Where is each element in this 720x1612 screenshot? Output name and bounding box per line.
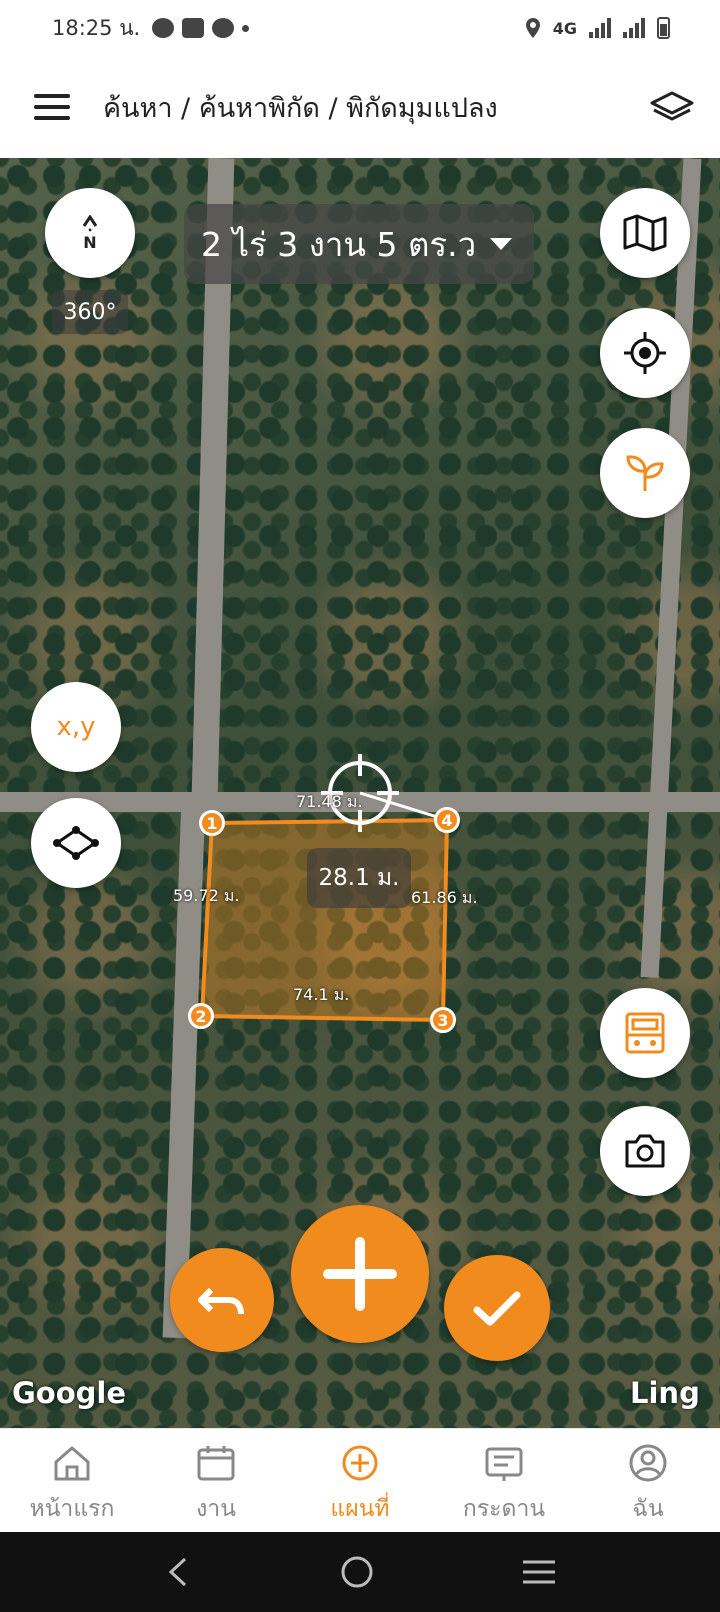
location-icon [525, 18, 540, 38]
vertex-1[interactable]: 1 [199, 810, 225, 836]
nav-map[interactable]: แผนที่ [288, 1429, 432, 1532]
system-navigation-bar [0, 1532, 720, 1612]
chat-notification-icon [152, 18, 175, 38]
sprout-icon [626, 455, 664, 491]
google-attribution: Google [12, 1376, 127, 1410]
home-circle-icon[interactable] [339, 1554, 375, 1590]
confirm-button[interactable] [444, 1255, 550, 1361]
app-notification-icon [212, 18, 235, 38]
layers-icon[interactable] [648, 87, 696, 127]
undo-icon [198, 1287, 244, 1315]
board-icon [485, 1447, 523, 1481]
breadcrumb: ค้นหา / ค้นหาพิกัด / พิกัดมุมแปลง [103, 92, 498, 124]
edge-length-bottom: 74.1 ม. [293, 985, 350, 1004]
plus-circle-icon [342, 1445, 378, 1481]
compass-label: N [83, 233, 97, 252]
area-summary-text: 2 ไร่ 3 งาน 5 ตร.ว [201, 224, 477, 264]
rotation-label: 360° [52, 290, 128, 334]
vertex-2[interactable]: 2 [188, 1003, 214, 1029]
edge-length-right: 61.86 ม. [411, 888, 478, 907]
map-icon [623, 214, 667, 252]
satellite-map[interactable]: 71.48 ม. 59.72 ม. 61.86 ม. 74.1 ม. 28.1 … [0, 158, 720, 1428]
more-notifications-icon [242, 24, 250, 32]
home-icon [54, 1446, 90, 1481]
edge-length-left: 59.72 ม. [173, 886, 240, 905]
bottom-navigation: หน้าแรก งาน แผนที่ กระดาน ฉัน [0, 1428, 720, 1532]
battery-icon [657, 17, 670, 39]
top-app-bar: ค้นหา / ค้นหาพิกัด / พิกัดมุมแปลง [0, 56, 720, 158]
polygon-mode-button[interactable] [31, 798, 121, 888]
mail-notification-icon [182, 18, 205, 38]
center-distance-label: 28.1 ม. [307, 848, 411, 908]
nav-map-label: แผนที่ [330, 1496, 390, 1522]
calculator-icon [625, 1012, 665, 1054]
calendar-icon [197, 1446, 235, 1481]
plant-button[interactable] [600, 428, 690, 518]
check-icon [473, 1291, 521, 1326]
signal-2-icon [623, 18, 645, 38]
area-summary-dropdown[interactable]: 2 ไร่ 3 งาน 5 ตร.ว [184, 204, 534, 284]
nav-board[interactable]: กระดาน [432, 1429, 576, 1532]
my-location-button[interactable] [600, 308, 690, 398]
vertex-3[interactable]: 3 [430, 1007, 456, 1033]
calculator-button[interactable] [600, 988, 690, 1078]
status-time: 18:25 น. [52, 15, 141, 40]
xy-coordinate-button[interactable]: x,y [31, 682, 121, 772]
nav-home-label: หน้าแรก [29, 1496, 115, 1522]
back-icon[interactable] [163, 1555, 193, 1589]
add-point-button[interactable] [291, 1205, 429, 1343]
nav-profile-label: ฉัน [632, 1496, 664, 1522]
camera-button[interactable] [600, 1106, 690, 1196]
nav-home[interactable]: หน้าแรก [0, 1429, 144, 1532]
signal-icon [589, 18, 611, 38]
xy-label: x,y [56, 712, 96, 742]
vertex-4[interactable]: 4 [434, 807, 460, 833]
recents-icon[interactable] [521, 1557, 557, 1587]
crosshair-icon [624, 332, 666, 374]
network-type: 4G [552, 18, 577, 38]
nav-jobs-label: งาน [196, 1496, 236, 1522]
menu-icon[interactable] [34, 94, 70, 120]
undo-button[interactable] [170, 1248, 274, 1352]
status-bar: 18:25 น. 4G [0, 0, 720, 56]
polygon-icon [53, 826, 99, 860]
caret-down-icon [490, 238, 513, 250]
nav-profile[interactable]: ฉัน [576, 1429, 720, 1532]
nav-jobs[interactable]: งาน [144, 1429, 288, 1532]
compass-button[interactable]: • N [45, 188, 135, 278]
edge-length-top: 71.48 ม. [296, 792, 363, 811]
app-screen: 18:25 น. 4G ค้นหา / ค้นหาพิกัด / พิกัดมุ… [0, 0, 720, 1612]
user-icon [629, 1444, 667, 1482]
map-type-button[interactable] [600, 188, 690, 278]
corner-watermark: Ling [630, 1376, 700, 1410]
plus-icon [323, 1237, 397, 1311]
nav-board-label: กระดาน [462, 1496, 546, 1522]
camera-icon [625, 1134, 665, 1168]
